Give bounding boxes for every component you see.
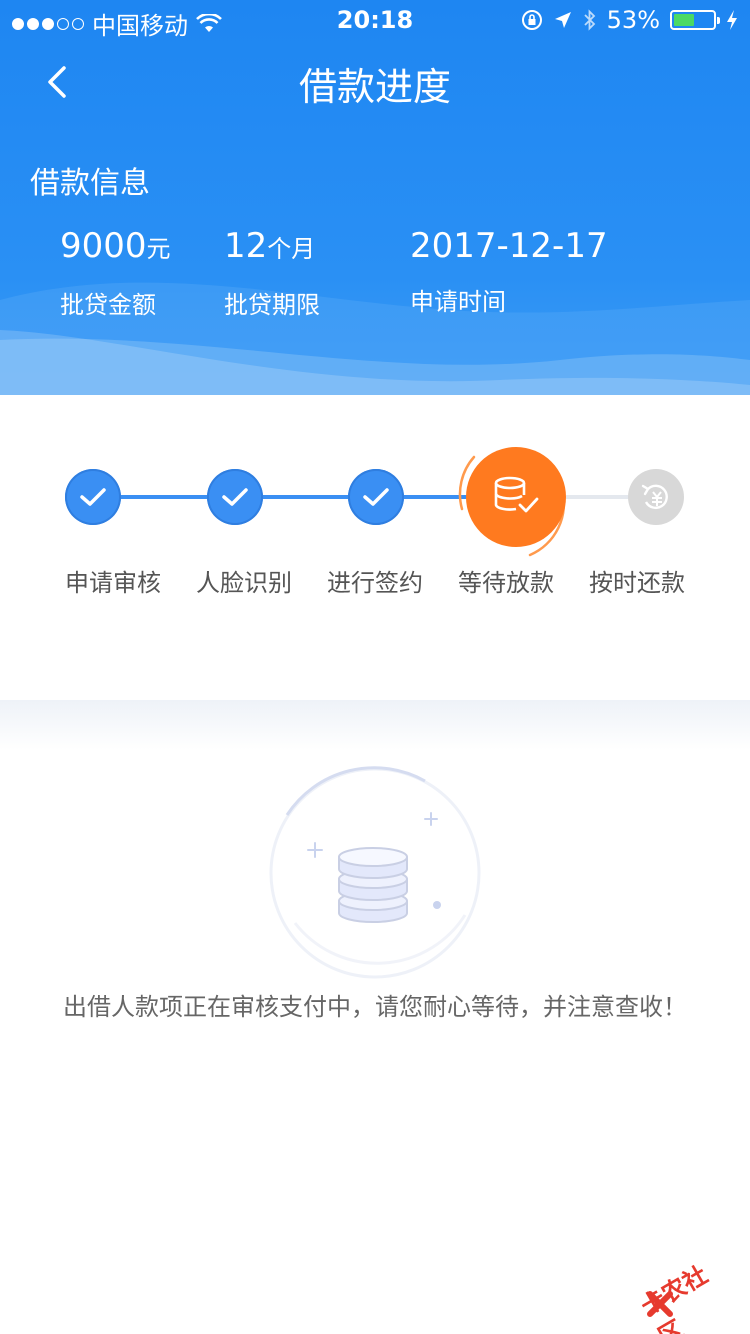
approved-amount-value: 9000 — [60, 226, 147, 266]
step-label: 等待放款 — [458, 569, 554, 597]
step-face-recognition-icon — [207, 469, 263, 525]
rotation-lock-icon — [521, 10, 542, 30]
step-apply-review-icon — [65, 469, 121, 525]
step-label: 申请审核 — [65, 569, 161, 597]
status-message: 出借人款项正在审核支付中，请您耐心等待，并注意查收！ — [63, 993, 687, 1021]
approved-term-label: 批贷期限 — [224, 291, 320, 319]
battery-icon — [670, 10, 720, 30]
application-date-label: 申请时间 — [410, 288, 506, 316]
approved-amount-label: 批贷金额 — [60, 291, 156, 319]
progress-steps: 申请审核 人脸识别 进行签约 等待放款 按时还款 — [0, 395, 750, 700]
step-label: 进行签约 — [327, 569, 423, 597]
step-repay-on-time-icon — [628, 469, 684, 525]
battery-fill — [674, 14, 695, 26]
page-title: 借款进度 — [298, 65, 451, 109]
watermark-text: 卡农社区 — [636, 1260, 713, 1334]
application-date: 2017-12-17 申请时间 — [410, 224, 608, 317]
approved-term-value: 12 — [224, 226, 268, 266]
approved-term-unit: 个月 — [267, 235, 316, 263]
application-date-value: 2017-12-17 — [410, 226, 608, 266]
step-label: 按时还款 — [589, 569, 685, 597]
check-icon — [80, 488, 106, 506]
loan-info-title: 借款信息 — [30, 166, 150, 201]
section-divider — [0, 700, 750, 750]
location-arrow-icon — [554, 12, 571, 28]
step-connector — [262, 495, 352, 499]
step-label: 人脸识别 — [196, 569, 292, 597]
step-connector — [120, 495, 210, 499]
bluetooth-icon — [584, 9, 595, 31]
watermark: 卡农社区 — [636, 1260, 742, 1334]
battery-percent: 53% — [606, 6, 660, 34]
charging-bolt-icon — [727, 10, 737, 30]
status-bar: 中国移动 20:18 53% — [0, 0, 750, 40]
repay-icon — [641, 484, 668, 510]
approved-amount-unit: 元 — [146, 235, 171, 263]
coin-stack-check-icon — [494, 476, 539, 513]
check-icon — [222, 488, 248, 506]
pending-coins-illustration-icon — [269, 766, 481, 979]
check-icon — [363, 488, 389, 506]
step-await-disbursement-icon — [466, 447, 566, 547]
header: 中国移动 20:18 53% 借款进度 借款信息 9000元 批贷金额 12个月… — [0, 0, 750, 395]
step-signing-icon — [348, 469, 404, 525]
approved-amount: 9000元 批贷金额 — [60, 224, 171, 320]
approved-term: 12个月 批贷期限 — [224, 224, 320, 320]
